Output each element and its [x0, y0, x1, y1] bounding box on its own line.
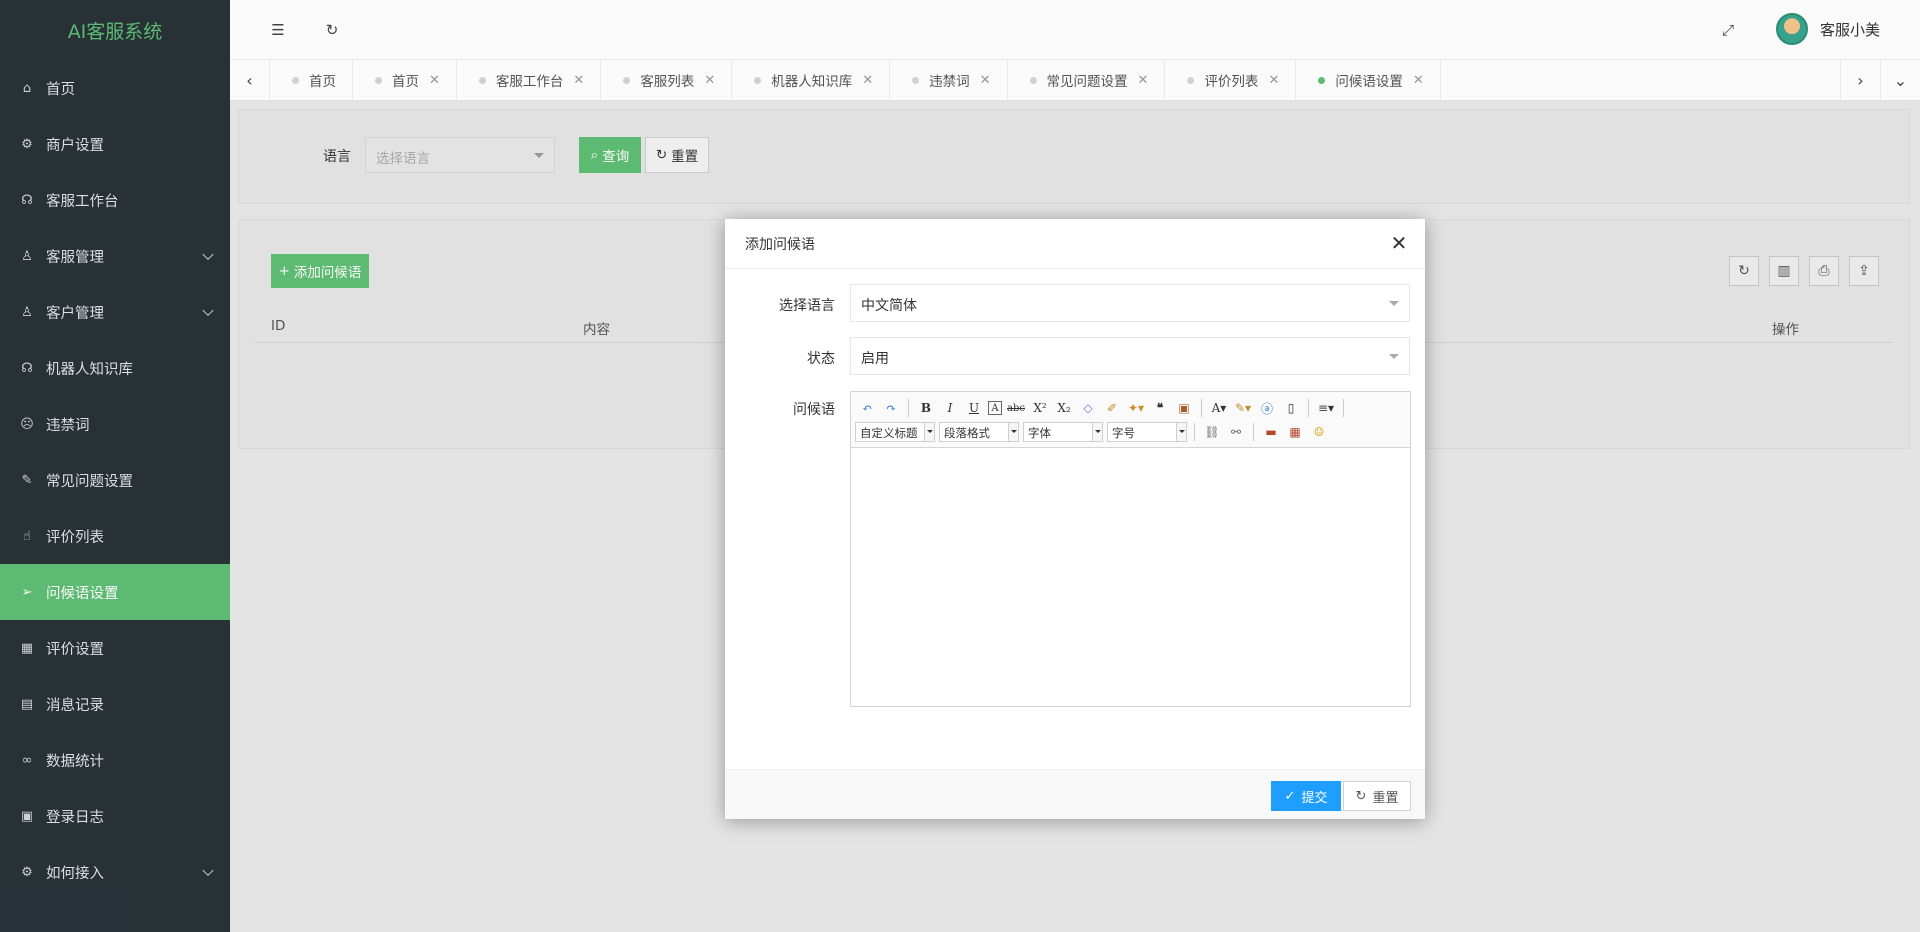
emoji-icon[interactable]: ☺	[1309, 422, 1329, 442]
language-field-label: 选择语言	[779, 298, 835, 314]
refresh-icon: ↻	[1355, 788, 1367, 804]
font-family-select[interactable]: 字体	[1023, 422, 1103, 442]
add-greeting-modal: 添加问候语 ✕ 选择语言 中文简体 状态 启用 问候语 ↶ ↷ B I U A …	[725, 219, 1425, 819]
link-icon[interactable]: ⛓	[1202, 422, 1222, 442]
reset-form-button[interactable]: ↻ 重置	[1343, 781, 1411, 811]
editor-content-area[interactable]	[851, 449, 1410, 706]
reset-form-label: 重置	[1372, 790, 1399, 806]
editor-toolbar: ↶ ↷ B I U A abc X² X₂ ◇ ✐ ✦▾ ❝ ▣ A▾ ✎▾ ⓐ…	[851, 392, 1410, 448]
paragraph-format-select[interactable]: 段落格式	[939, 422, 1019, 442]
chevron-down-icon	[1176, 423, 1186, 441]
chevron-down-icon	[1389, 301, 1399, 311]
unlink-icon[interactable]: ⚯	[1226, 422, 1246, 442]
toolbar-separator	[908, 399, 909, 417]
language-select[interactable]: 中文简体	[850, 284, 1410, 322]
check-icon: ✓	[1284, 788, 1296, 804]
status-row: 状态 启用	[725, 337, 1425, 377]
italic-icon[interactable]: I	[940, 398, 960, 418]
chevron-down-icon	[924, 423, 934, 441]
chevron-down-icon	[1389, 354, 1399, 364]
heading-style-select[interactable]: 自定义标题	[855, 422, 935, 442]
auto-format-icon[interactable]: ✦▾	[1126, 398, 1146, 418]
close-icon[interactable]: ✕	[1387, 231, 1411, 255]
font-family-label: 字体	[1028, 426, 1051, 440]
image-icon[interactable]: ▬	[1261, 422, 1281, 442]
paste-text-icon[interactable]: ▣	[1174, 398, 1194, 418]
font-color-icon[interactable]: A▾	[1209, 398, 1229, 418]
language-row: 选择语言 中文简体	[725, 284, 1425, 324]
rich-text-editor: ↶ ↷ B I U A abc X² X₂ ◇ ✐ ✦▾ ❝ ▣ A▾ ✎▾ ⓐ…	[850, 391, 1411, 707]
font-size-label: 字号	[1112, 426, 1135, 440]
submit-button[interactable]: ✓ 提交	[1271, 781, 1341, 811]
submit-button-label: 提交	[1301, 790, 1328, 806]
language-select-value: 中文简体	[861, 298, 917, 314]
highlight-color-icon[interactable]: ✎▾	[1233, 398, 1253, 418]
toolbar-separator	[1194, 423, 1195, 441]
editor-toolbar-row: 自定义标题 段落格式 字体 字号 ⛓ ⚯ ▬ ▦ ☺	[855, 422, 1329, 442]
status-select-value: 启用	[861, 351, 889, 367]
font-size-select[interactable]: 字号	[1107, 422, 1187, 442]
line-height-icon[interactable]: ≡▾	[1316, 398, 1336, 418]
superscript-icon[interactable]: X²	[1030, 398, 1050, 418]
heading-style-label: 自定义标题	[860, 426, 918, 440]
modal-footer: ✓ 提交 ↻ 重置	[725, 769, 1425, 819]
toolbar-separator	[1308, 399, 1309, 417]
toolbar-separator	[1343, 399, 1344, 417]
clear-document-icon[interactable]: ▯	[1281, 398, 1301, 418]
toolbar-separator	[1201, 399, 1202, 417]
editor-toolbar-row: ↶ ↷ B I U A abc X² X₂ ◇ ✐ ✦▾ ❝ ▣ A▾ ✎▾ ⓐ…	[857, 398, 1347, 418]
undo-icon[interactable]: ↶	[857, 398, 877, 418]
bold-icon[interactable]: B	[916, 398, 936, 418]
toolbar-separator	[1253, 423, 1254, 441]
blockquote-icon[interactable]: ❝	[1150, 398, 1170, 418]
chevron-down-icon	[1008, 423, 1018, 441]
paragraph-format-label: 段落格式	[944, 426, 990, 440]
status-select[interactable]: 启用	[850, 337, 1410, 375]
select-all-icon[interactable]: ⓐ	[1257, 398, 1277, 418]
status-field-label: 状态	[807, 351, 835, 367]
redo-icon[interactable]: ↷	[881, 398, 901, 418]
subscript-icon[interactable]: X₂	[1054, 398, 1074, 418]
chevron-down-icon	[1092, 423, 1102, 441]
multi-image-icon[interactable]: ▦	[1285, 422, 1305, 442]
eraser-icon[interactable]: ◇	[1078, 398, 1098, 418]
modal-title: 添加问候语	[725, 219, 1425, 269]
strikethrough-icon[interactable]: abc	[1006, 398, 1026, 418]
format-brush-icon[interactable]: ✐	[1102, 398, 1122, 418]
greeting-field-label: 问候语	[793, 402, 835, 418]
border-text-icon[interactable]: A	[988, 401, 1002, 415]
underline-icon[interactable]: U	[964, 398, 984, 418]
